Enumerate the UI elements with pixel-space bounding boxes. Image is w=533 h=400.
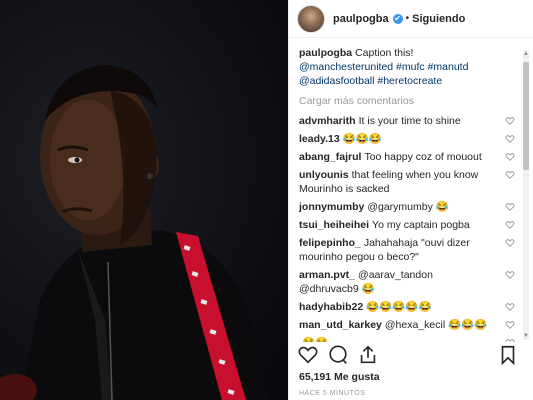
comment-item: leady.13 😂😂😂 bbox=[299, 132, 517, 146]
comment-username[interactable]: abang_fajrul bbox=[299, 151, 361, 163]
post-timestamp: HACE 5 MINUTOS bbox=[299, 390, 366, 397]
following-button[interactable]: Siguiendo bbox=[412, 13, 465, 25]
share-icon[interactable] bbox=[357, 344, 379, 366]
comment-container: advmharith It is your time to shine leady.… bbox=[299, 114, 517, 342]
bookmark-icon[interactable] bbox=[497, 344, 519, 366]
comment-like-heart-icon[interactable] bbox=[505, 152, 515, 162]
comment-text: 😂😂 bbox=[302, 337, 328, 342]
comment-like-heart-icon[interactable] bbox=[505, 320, 515, 330]
comment-item: 😂😂 bbox=[299, 336, 517, 342]
comment-item: jonnymumby @garymumby 😂 bbox=[299, 200, 517, 214]
post-header: paulpogba ✔ • Siguiendo bbox=[289, 0, 533, 38]
scroll-up-arrow-icon[interactable]: ▲ bbox=[523, 50, 529, 58]
scroll-thumb[interactable] bbox=[523, 62, 529, 170]
comment-like-heart-icon[interactable] bbox=[505, 220, 515, 230]
comment-text: Too happy coz of mouout bbox=[364, 151, 482, 163]
caption-username[interactable]: paulpogba bbox=[299, 47, 352, 59]
comment-username[interactable]: man_utd_karkey bbox=[299, 319, 382, 331]
comment-username[interactable]: felipepinho_ bbox=[299, 237, 361, 249]
comment-like-heart-icon[interactable] bbox=[505, 202, 515, 212]
comment-item: tsui_heiheihei Yo my captain pogba bbox=[299, 218, 517, 232]
comment-username[interactable]: hadyhabib22 bbox=[299, 301, 363, 313]
comment-item: arman.pvt_ @aarav_tandon @dhruvacb9 😂 bbox=[299, 268, 517, 296]
action-bar bbox=[297, 344, 525, 368]
comment-like-heart-icon[interactable] bbox=[505, 170, 515, 180]
comment-item: felipepinho_ Jahahahaja "ouvi dizer mouri… bbox=[299, 236, 517, 264]
comment-like-heart-icon[interactable] bbox=[505, 238, 515, 248]
comment-bubble-icon[interactable] bbox=[327, 344, 349, 366]
comment-text: It is your time to shine bbox=[358, 115, 461, 127]
comment-text: 😂😂😂😂😂 bbox=[366, 301, 432, 313]
likes-count[interactable]: 65,191 Me gusta bbox=[299, 371, 380, 383]
comment-text: Yo my captain pogba bbox=[372, 219, 470, 231]
caption-tags-line[interactable]: @manchesterunited #mufc #manutd bbox=[299, 61, 468, 73]
post-photo[interactable] bbox=[0, 0, 288, 400]
caption: paulpogba Caption this! @manchesterunited… bbox=[299, 46, 517, 88]
load-more-comments-link[interactable]: Cargar más comentarios bbox=[299, 94, 517, 108]
comments-scrollbar[interactable]: ▲ ▼ bbox=[523, 50, 529, 340]
verified-badge-icon: ✔ bbox=[392, 13, 403, 24]
comment-username[interactable]: arman.pvt_ bbox=[299, 269, 355, 281]
comment-item: unlyounis that feeling when you know Mour… bbox=[299, 168, 517, 196]
header-username[interactable]: paulpogba bbox=[333, 13, 389, 25]
comment-username[interactable]: advmharith bbox=[299, 115, 356, 127]
comment-username[interactable]: tsui_heiheihei bbox=[299, 219, 369, 231]
header-separator: • bbox=[405, 13, 410, 24]
scroll-down-arrow-icon[interactable]: ▼ bbox=[523, 332, 529, 340]
comment-text: @hexa_kecil 😂😂😂 bbox=[384, 319, 488, 331]
comment-like-heart-icon[interactable] bbox=[505, 302, 515, 312]
comment-item: man_utd_karkey @hexa_kecil 😂😂😂 bbox=[299, 318, 517, 332]
like-heart-icon[interactable] bbox=[297, 344, 319, 366]
comment-text: @garymumby 😂 bbox=[367, 201, 449, 213]
comment-username[interactable]: leady.13 bbox=[299, 133, 340, 145]
comment-like-heart-icon[interactable] bbox=[505, 338, 515, 342]
comment-item: abang_fajrul Too happy coz of mouout bbox=[299, 150, 517, 164]
comment-like-heart-icon[interactable] bbox=[505, 116, 515, 126]
comments-list[interactable]: paulpogba Caption this! @manchesterunited… bbox=[299, 46, 517, 342]
comment-like-heart-icon[interactable] bbox=[505, 134, 515, 144]
comment-like-heart-icon[interactable] bbox=[505, 270, 515, 280]
comment-text: 😂😂😂 bbox=[342, 133, 382, 145]
comment-username[interactable]: unlyounis bbox=[299, 169, 349, 181]
post-panel: paulpogba ✔ • Siguiendo paulpogba Caption… bbox=[288, 0, 533, 400]
avatar[interactable] bbox=[297, 4, 325, 33]
caption-tags-line-2[interactable]: @adidasfootball #heretocreate bbox=[299, 75, 442, 87]
comment-username[interactable]: jonnymumby bbox=[299, 201, 364, 213]
pogba-photo-illustration bbox=[0, 65, 270, 400]
comment-item: hadyhabib22 😂😂😂😂😂 bbox=[299, 300, 517, 314]
comment-item: advmharith It is your time to shine bbox=[299, 114, 517, 128]
caption-text: Caption this! bbox=[355, 47, 414, 59]
